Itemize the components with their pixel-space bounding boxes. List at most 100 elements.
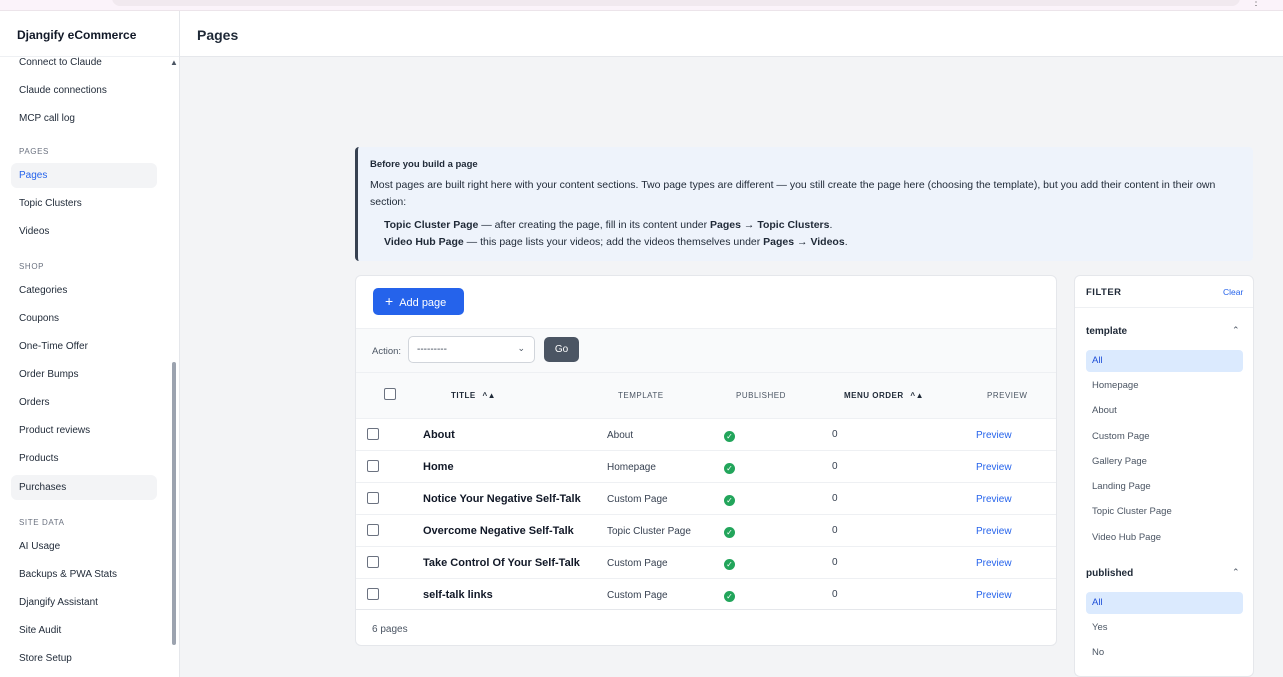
- published-check-icon: ✓: [724, 559, 735, 570]
- column-published: PUBLISHED: [736, 391, 786, 400]
- sidebar-section-site-data: SITE DATA: [19, 518, 65, 527]
- info-line-video-hub: Video Hub Page — this page lists your vi…: [384, 236, 848, 248]
- row-checkbox[interactable]: [367, 556, 379, 568]
- row-menu-order: 0: [832, 525, 838, 536]
- info-body: Most pages are built right here with you…: [370, 179, 1216, 208]
- filter-group-published[interactable]: published: [1086, 568, 1133, 579]
- sidebar-item-mcp-call-log[interactable]: MCP call log: [11, 106, 157, 131]
- action-label: Action:: [372, 346, 402, 357]
- filter-title: FILTER: [1086, 287, 1122, 298]
- changelist-footer: 6 pages: [356, 609, 1056, 645]
- filter-option-no[interactable]: No: [1086, 642, 1243, 664]
- sidebar-item-store-setup[interactable]: Store Setup: [11, 646, 157, 671]
- chevron-up-icon[interactable]: ⌃: [1232, 325, 1240, 336]
- filter-option-all[interactable]: All: [1086, 350, 1243, 372]
- scroll-up-arrow-icon[interactable]: ▲: [170, 58, 178, 67]
- row-menu-order: 0: [832, 461, 838, 472]
- column-template: TEMPLATE: [618, 391, 664, 400]
- sidebar-item-ai-usage[interactable]: AI Usage: [11, 534, 157, 559]
- filter-clear-link[interactable]: Clear: [1223, 287, 1243, 297]
- filter-option-homepage[interactable]: Homepage: [1086, 375, 1243, 397]
- published-check-icon: ✓: [724, 431, 735, 442]
- published-check-icon: ✓: [724, 495, 735, 506]
- sidebar-item-claude-connections[interactable]: Claude connections: [11, 78, 157, 103]
- sidebar-item-site-audit[interactable]: Site Audit: [11, 618, 157, 643]
- sort-icon[interactable]: ^▲: [910, 391, 924, 400]
- sidebar-item-pages[interactable]: Pages: [11, 163, 157, 188]
- row-preview-link[interactable]: Preview: [976, 526, 1012, 537]
- filter-option-yes[interactable]: Yes: [1086, 617, 1243, 639]
- row-checkbox[interactable]: [367, 460, 379, 472]
- row-title-link[interactable]: Take Control Of Your Self-Talk: [423, 557, 580, 569]
- filter-panel: FILTER Clear template ⌃ All Homepage Abo…: [1074, 275, 1254, 677]
- info-line-video-hub-name: Video Hub Page: [384, 236, 464, 248]
- add-page-button[interactable]: + Add page: [373, 288, 464, 315]
- sidebar-item-one-time-offer[interactable]: One-Time Offer: [11, 334, 157, 359]
- go-button[interactable]: Go: [544, 337, 579, 362]
- filter-option-landing-page[interactable]: Landing Page: [1086, 476, 1243, 498]
- row-title-link[interactable]: self-talk links: [423, 589, 493, 601]
- row-preview-link[interactable]: Preview: [976, 462, 1012, 473]
- row-title-link[interactable]: Notice Your Negative Self-Talk: [423, 493, 581, 505]
- sort-icon[interactable]: ^▲: [482, 391, 496, 400]
- filter-option-video-hub-page[interactable]: Video Hub Page: [1086, 527, 1243, 549]
- table-row: Take Control Of Your Self-Talk Custom Pa…: [356, 546, 1056, 578]
- select-all-checkbox[interactable]: [384, 388, 396, 400]
- column-title[interactable]: TITLE ^▲: [451, 391, 496, 400]
- row-title-link[interactable]: Home: [423, 461, 454, 473]
- sidebar-item-topic-clusters[interactable]: Topic Clusters: [11, 191, 157, 216]
- table-header: TITLE ^▲ TEMPLATE PUBLISHED MENU ORDER ^…: [356, 372, 1056, 418]
- action-select[interactable]: --------- ⌄: [408, 336, 535, 363]
- sidebar-item-product-reviews[interactable]: Product reviews: [11, 418, 157, 443]
- column-menu-order[interactable]: MENU ORDER ^▲: [844, 391, 924, 400]
- row-menu-order: 0: [832, 589, 838, 600]
- sidebar-item-order-bumps[interactable]: Order Bumps: [11, 362, 157, 387]
- sidebar-item-coupons[interactable]: Coupons: [11, 306, 157, 331]
- row-template: Custom Page: [607, 494, 668, 505]
- row-template: Custom Page: [607, 590, 668, 601]
- brand-title[interactable]: Djangify eCommerce: [17, 28, 136, 42]
- row-preview-link[interactable]: Preview: [976, 494, 1012, 505]
- info-line-topic-cluster-path: Pages → Topic Clusters: [710, 219, 830, 231]
- sidebar-section-pages: PAGES: [19, 147, 49, 156]
- chevron-up-icon[interactable]: ⌃: [1232, 567, 1240, 578]
- filter-header: FILTER Clear: [1075, 276, 1253, 308]
- filter-option-about[interactable]: About: [1086, 400, 1243, 422]
- published-check-icon: ✓: [724, 463, 735, 474]
- plus-icon: +: [385, 293, 394, 309]
- sidebar-item-categories[interactable]: Categories: [11, 278, 157, 303]
- sidebar-item-backups-pwa-stats[interactable]: Backups & PWA Stats: [11, 562, 157, 587]
- row-checkbox[interactable]: [367, 524, 379, 536]
- row-preview-link[interactable]: Preview: [976, 590, 1012, 601]
- filter-option-all[interactable]: All: [1086, 592, 1243, 614]
- row-preview-link[interactable]: Preview: [976, 430, 1012, 441]
- row-checkbox[interactable]: [367, 588, 379, 600]
- sidebar-item-djangify-assistant[interactable]: Djangify Assistant: [11, 590, 157, 615]
- sidebar-item-products[interactable]: Products: [11, 446, 157, 471]
- sidebar-item-connect-to-claude[interactable]: Connect to Claude: [11, 50, 157, 75]
- table-row: Overcome Negative Self-Talk Topic Cluste…: [356, 514, 1056, 546]
- row-template: Homepage: [607, 462, 656, 473]
- row-title-link[interactable]: Overcome Negative Self-Talk: [423, 525, 574, 537]
- filter-option-gallery-page[interactable]: Gallery Page: [1086, 451, 1243, 473]
- row-preview-link[interactable]: Preview: [976, 558, 1012, 569]
- browser-menu-icon[interactable]: ⋮: [1251, 0, 1261, 8]
- filter-option-topic-cluster-page[interactable]: Topic Cluster Page: [1086, 501, 1243, 523]
- filter-option-custom-page[interactable]: Custom Page: [1086, 426, 1243, 448]
- sidebar-item-orders[interactable]: Orders: [11, 390, 157, 415]
- page-title: Pages: [197, 27, 239, 43]
- chevron-down-icon: ⌄: [517, 343, 525, 353]
- sidebar-item-purchases[interactable]: Purchases: [11, 475, 157, 500]
- sidebar-item-videos[interactable]: Videos: [11, 219, 157, 244]
- page-header: Pages: [180, 11, 1283, 57]
- add-page-label: Add page: [399, 297, 447, 309]
- row-checkbox[interactable]: [367, 428, 379, 440]
- address-bar[interactable]: [112, 0, 1240, 6]
- row-checkbox[interactable]: [367, 492, 379, 504]
- info-title: Before you build a page: [370, 159, 478, 170]
- row-title-link[interactable]: About: [423, 429, 455, 441]
- sidebar-scrollbar[interactable]: [172, 362, 176, 645]
- column-preview: PREVIEW: [987, 391, 1028, 400]
- info-line-topic-cluster-end: .: [829, 219, 833, 231]
- filter-group-template[interactable]: template: [1086, 326, 1127, 337]
